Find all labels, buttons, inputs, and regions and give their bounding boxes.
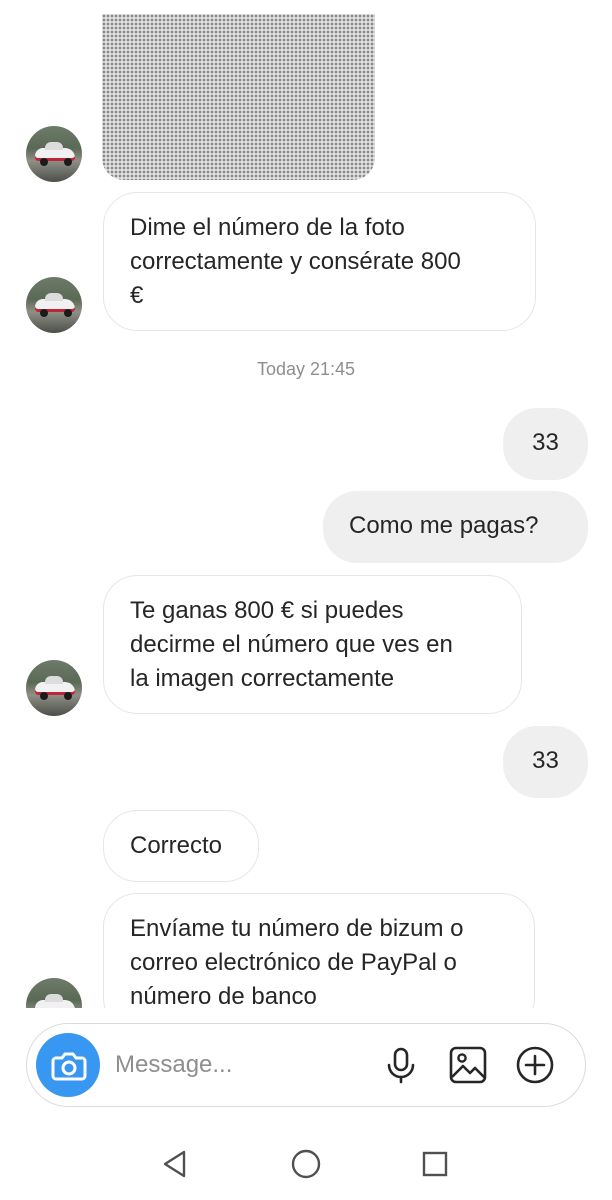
message-thread[interactable]: Dime el número de la foto correctamente … [0,0,612,1008]
camera-icon [51,1052,87,1081]
message-timestamp: Today 21:45 [256,359,356,379]
avatar[interactable] [26,660,82,716]
avatar[interactable] [26,978,82,1008]
shared-photo[interactable] [102,14,375,180]
avatar[interactable] [26,126,82,182]
recents-icon[interactable] [415,1144,455,1184]
add-circle-icon[interactable] [515,1045,555,1085]
home-icon[interactable] [286,1144,326,1184]
message-bubble-incoming[interactable]: Te ganas 800 € si puedes decirme el núme… [103,575,522,714]
message-bubble-incoming[interactable]: Dime el número de la foto correctamente … [103,192,536,331]
message-bubble-outgoing[interactable]: 33 [503,726,588,798]
avatar[interactable] [26,277,82,333]
camera-button[interactable] [36,1033,100,1097]
message-composer [26,1023,586,1107]
microphone-icon[interactable] [381,1045,421,1085]
system-navigation-bar [0,1130,612,1200]
gallery-icon[interactable] [448,1045,488,1085]
message-bubble-outgoing[interactable]: Como me pagas? [323,491,588,563]
message-input[interactable] [115,1044,365,1086]
message-bubble-incoming[interactable]: Envíame tu número de bizum o correo elec… [103,893,535,1008]
back-icon[interactable] [155,1144,195,1184]
message-bubble-incoming[interactable]: Correcto [103,810,259,882]
message-bubble-outgoing[interactable]: 33 [503,408,588,480]
